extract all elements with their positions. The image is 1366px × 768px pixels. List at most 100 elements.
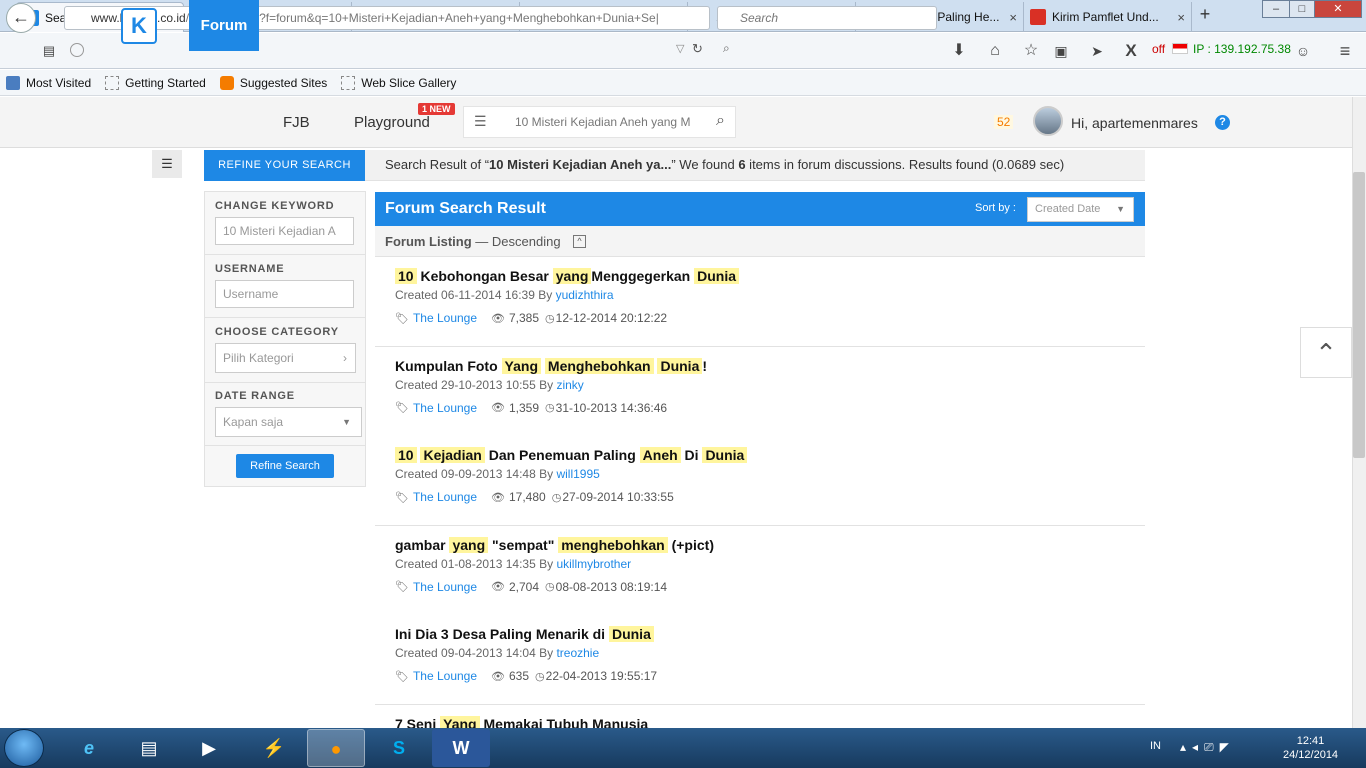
start-button[interactable] [4, 729, 44, 767]
skype-icon[interactable]: S [370, 729, 428, 767]
title-text: ! [702, 357, 708, 374]
title-text: Ini Dia 3 Desa Paling Menarik di [395, 626, 609, 642]
new-tab-button[interactable]: + [1194, 4, 1216, 28]
clock-icon: ◷ [551, 491, 562, 504]
history-dropdown-icon[interactable]: ▤ [38, 39, 60, 63]
url-bar[interactable]: www.kaskus.co.id/search/forum?f=forum&q=… [64, 6, 710, 30]
author-link[interactable]: treozhie [556, 646, 599, 660]
reading-list-icon[interactable]: ▣ [1050, 39, 1072, 63]
close-tab-icon[interactable]: × [1177, 10, 1185, 25]
back-to-top-button[interactable]: ⌃ [1300, 327, 1352, 378]
avatar[interactable] [1033, 106, 1063, 136]
list-view-icon[interactable]: ☰ [152, 150, 182, 178]
author-link[interactable]: zinky [556, 378, 583, 392]
language-indicator[interactable]: IN [1150, 740, 1161, 752]
eye-icon: 👁 [491, 581, 505, 593]
result-item: 10 Kejadian Dan Penemuan Paling Aneh Di … [375, 436, 1145, 526]
category-link[interactable]: The Lounge [413, 490, 477, 504]
user-greeting[interactable]: Hi, apartemenmares [1071, 115, 1198, 131]
category-link[interactable]: The Lounge [413, 669, 477, 683]
send-icon[interactable]: ➤ [1086, 39, 1108, 63]
date-range-label: DATE RANGE [215, 390, 295, 402]
maximize-button[interactable]: □ [1289, 0, 1315, 18]
menu-icon[interactable]: ≡ [1334, 39, 1356, 63]
result-title-link[interactable]: Ini Dia 3 Desa Paling Menarik di Dunia [395, 626, 654, 642]
winamp-icon[interactable]: ⚡ [245, 729, 303, 767]
view-count: 7,385 [509, 311, 540, 325]
author-link[interactable]: yudizhthira [556, 288, 614, 302]
author-link[interactable]: will1995 [556, 467, 599, 481]
category-link[interactable]: The Lounge [413, 311, 477, 325]
refine-search-header[interactable]: REFINE YOUR SEARCH [204, 150, 365, 181]
bookmarks-toolbar: Most Visited Getting Started Suggested Sit… [0, 70, 1366, 96]
sort-select[interactable]: Created Date ▼ [1027, 197, 1134, 222]
result-title-link[interactable]: Kumpulan Foto Yang Menghebohkan Dunia! [395, 357, 708, 374]
list-icon[interactable]: ☰ [474, 113, 487, 130]
site-identity-icon[interactable] [70, 43, 84, 57]
downloads-icon[interactable]: ⬇ [948, 39, 970, 63]
username-input[interactable]: Username [215, 280, 354, 308]
username-label: USERNAME [215, 263, 285, 275]
clock-date: 24/12/2014 [1283, 749, 1339, 761]
minimize-button[interactable]: – [1262, 0, 1290, 18]
kaskus-search-box[interactable]: ☰ 10 Misteri Kejadian Aneh yang M ⌕ [463, 106, 736, 138]
browser-tab[interactable]: Kirim Pamflet Und... × [1024, 2, 1192, 32]
result-title-link[interactable]: 10 Kebohongan Besar yang Menggegerkan Dun… [395, 268, 739, 284]
refine-search-button[interactable]: Refine Search [236, 454, 334, 478]
home-icon[interactable]: ⌂ [984, 39, 1006, 63]
media-player-icon[interactable]: ▶ [180, 729, 238, 767]
date-range-select[interactable]: Kapan saja ▼ [215, 407, 362, 437]
clock[interactable]: 12:41 24/12/2014 [1283, 734, 1338, 762]
result-title-link[interactable]: 10 Kejadian Dan Penemuan Paling Aneh Di … [395, 447, 748, 463]
kaskus-search-input[interactable]: 10 Misteri Kejadian Aneh yang M [515, 115, 695, 129]
bookmark-item[interactable]: Suggested Sites [219, 75, 327, 90]
bookmark-item[interactable]: Most Visited [6, 75, 92, 90]
bookmark-item[interactable]: Getting Started [105, 75, 206, 90]
browser-search-input[interactable]: Search [717, 6, 937, 30]
highlighted-term: menghebohkan [558, 536, 668, 553]
close-window-button[interactable]: ✕ [1314, 0, 1362, 18]
extension-x-icon[interactable]: X [1120, 39, 1142, 63]
help-icon[interactable]: ? [1215, 115, 1230, 130]
back-button[interactable]: ← [6, 3, 36, 33]
highlighted-term: Kejadian [420, 447, 485, 463]
created-date: Created 09-09-2013 14:48 By [395, 467, 557, 481]
keyword-input[interactable]: 10 Misteri Kejadian A [215, 217, 354, 245]
highlighted-term: yang [449, 536, 489, 553]
nav-forum-tab[interactable]: Forum [189, 0, 259, 51]
author-link[interactable]: ukillmybrother [556, 557, 631, 571]
result-meta: 🏷 The Lounge 👁 635 ◷ 22-04-2013 19:55:17 [395, 669, 657, 683]
chat-icon[interactable]: ☺ [1292, 39, 1314, 63]
url-dropdown-icon[interactable]: ▽ [676, 42, 684, 55]
category-link[interactable]: The Lounge [413, 401, 477, 415]
kaskus-logo[interactable]: K [121, 8, 157, 44]
keyword-label: CHANGE KEYWORD [215, 200, 335, 212]
internet-explorer-icon[interactable]: e [60, 729, 118, 767]
created-date: Created 01-08-2013 14:35 By [395, 556, 557, 571]
file-explorer-icon[interactable]: ▤ [120, 729, 178, 767]
firefox-icon[interactable]: ● [307, 729, 365, 767]
highlighted-term: 10 [395, 447, 417, 463]
search-icon[interactable]: ⌕ [716, 112, 725, 130]
bookmark-item[interactable]: Web Slice Gallery [341, 75, 456, 90]
nav-fjb-tab[interactable]: FJB [283, 97, 310, 148]
category-select[interactable]: Pilih Kategori › [215, 343, 356, 373]
ip-address-label: IP : 139.192.75.38 [1193, 42, 1291, 56]
summary-count: 6 [738, 157, 746, 172]
system-tray-icons[interactable]: ▴◂⎚◤ [1180, 740, 1235, 755]
scrollbar-thumb[interactable] [1353, 172, 1365, 458]
eye-icon: 👁 [491, 670, 505, 683]
bookmark-star-icon[interactable]: ☆ [1020, 39, 1042, 63]
category-link[interactable]: The Lounge [413, 580, 477, 594]
close-tab-icon[interactable]: × [1009, 10, 1017, 25]
notification-count[interactable]: 52 [994, 115, 1014, 129]
collapse-icon[interactable]: ^ [573, 235, 586, 248]
reload-icon[interactable]: ↻ [692, 41, 703, 57]
bookmark-label: Most Visited [26, 75, 92, 90]
clock-icon: ◷ [545, 581, 555, 593]
view-count: 2,704 [509, 579, 540, 594]
result-title-link[interactable]: gambar yang "sempat" menghebohkan (+pict… [395, 536, 714, 553]
sort-value: Created Date [1035, 203, 1101, 215]
created-info: Created 06-11-2014 16:39 By yudizhthira [395, 288, 614, 302]
word-icon[interactable]: W [432, 729, 490, 767]
